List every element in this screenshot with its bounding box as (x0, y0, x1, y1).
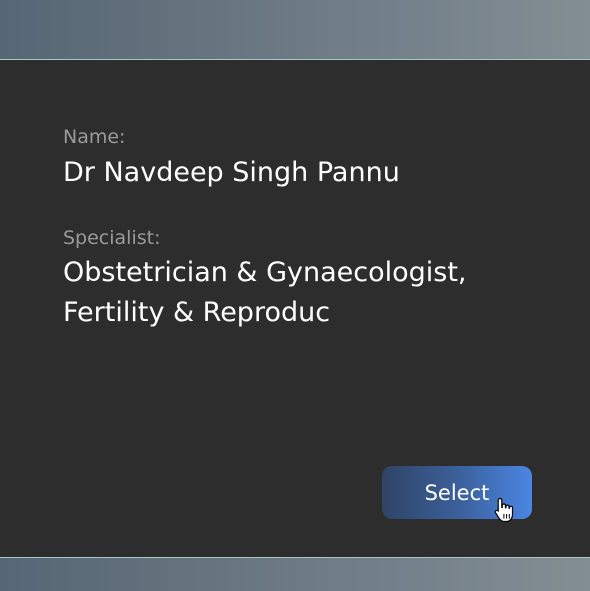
specialist-label: Specialist: (63, 227, 161, 249)
doctor-name: Dr Navdeep Singh Pannu (63, 157, 400, 188)
specialty-line-2: Fertility & Reproduc (63, 297, 331, 328)
select-button-label: Select (424, 480, 490, 505)
doctor-card: Name: Dr Navdeep Singh Pannu Specialist:… (0, 59, 590, 558)
top-background-band (0, 0, 590, 59)
hand-pointer-icon (494, 497, 514, 523)
specialty-line-1: Obstetrician & Gynaecologist, (63, 257, 467, 288)
bottom-background-band (0, 558, 590, 591)
name-label: Name: (63, 126, 126, 148)
doctor-specialty: Obstetrician & Gynaecologist, Fertility … (63, 253, 533, 333)
